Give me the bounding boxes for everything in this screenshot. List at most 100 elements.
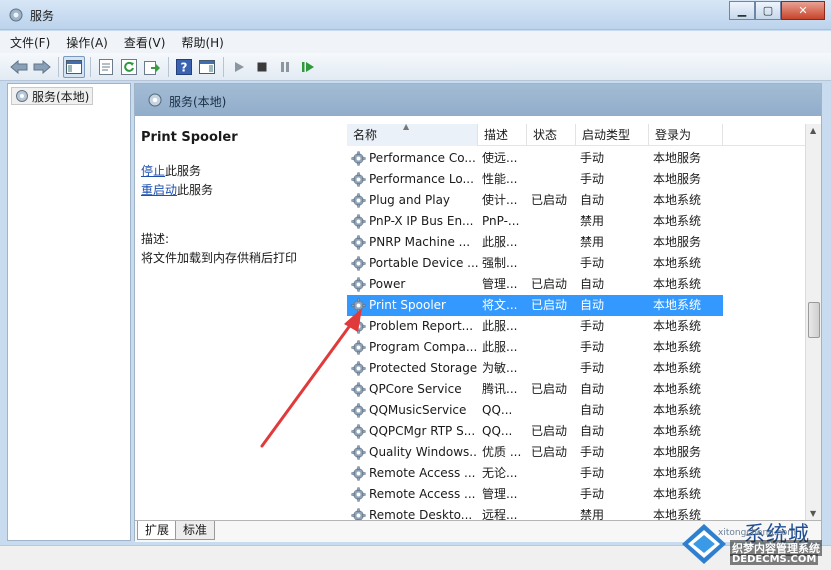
properties-button[interactable] — [95, 56, 117, 78]
close-button[interactable]: ✕ — [781, 1, 825, 20]
table-row[interactable]: Print Spooler 将文... 已启动 自动 本地系统 — [347, 295, 807, 316]
title-bar: 服务 ▁ ▢ ✕ — [0, 0, 831, 30]
table-row[interactable]: Remote Access ... 无论... 手动 本地系统 — [347, 463, 807, 484]
table-row[interactable]: Plug and Play 使计... 已启动 自动 本地系统 — [347, 190, 807, 211]
table-row[interactable]: QQMusicService QQ... 自动 本地系统 — [347, 400, 807, 421]
service-name-cell: Performance Co... — [347, 148, 478, 169]
service-startup-type-cell: 手动 — [576, 316, 649, 337]
service-log-on-as: 本地系统 — [653, 256, 702, 270]
column-header-log-on-as[interactable]: 登录为 — [649, 124, 723, 146]
table-row[interactable]: Protected Storage 为敏... 手动 本地系统 — [347, 358, 807, 379]
service-description: 管理... — [482, 277, 518, 291]
service-startup-type: 自动 — [580, 424, 605, 438]
table-row[interactable]: Performance Co... 使远... 手动 本地服务 — [347, 148, 807, 169]
service-name: Protected Storage — [369, 361, 478, 375]
menu-view[interactable]: 查看(V) — [124, 34, 166, 51]
restart-service-link[interactable]: 重启动 — [141, 183, 177, 197]
menu-help[interactable]: 帮助(H) — [181, 34, 223, 51]
service-name: QQMusicService — [369, 403, 467, 417]
column-header-description[interactable]: 描述 — [478, 124, 527, 146]
service-status-cell — [527, 211, 576, 232]
service-status-cell — [527, 400, 576, 421]
service-description-cell: 此服... — [478, 337, 527, 358]
show-hide-tree-button[interactable] — [63, 55, 85, 78]
service-log-on-as: 本地系统 — [653, 319, 702, 333]
table-row[interactable]: PnP-X IP Bus En... PnP-... 禁用 本地系统 — [347, 211, 807, 232]
services-app-icon — [9, 8, 23, 22]
service-log-on-as-cell: 本地服务 — [649, 148, 723, 169]
service-description-cell: 将文... — [478, 295, 527, 316]
table-row[interactable]: Program Compa... 此服... 手动 本地系统 — [347, 337, 807, 358]
service-description-cell: 为敏... — [478, 358, 527, 379]
service-startup-type-cell: 手动 — [576, 358, 649, 379]
service-log-on-as: 本地系统 — [653, 466, 702, 480]
table-row[interactable]: Performance Lo... 性能... 手动 本地服务 — [347, 169, 807, 190]
service-gear-icon — [351, 508, 366, 520]
forward-button[interactable] — [31, 56, 53, 78]
table-row[interactable]: Remote Access ... 管理... 手动 本地系统 — [347, 484, 807, 505]
tree-item-services-local[interactable]: 服务(本地) — [11, 87, 94, 105]
service-status-cell — [527, 358, 576, 379]
svg-text:?: ? — [181, 60, 188, 74]
scroll-down-icon[interactable]: ▼ — [810, 509, 816, 518]
scroll-thumb[interactable] — [808, 302, 820, 338]
service-description-cell: 使计... — [478, 190, 527, 211]
service-startup-type: 自动 — [580, 277, 605, 291]
menu-action[interactable]: 操作(A) — [66, 34, 108, 51]
vertical-scrollbar[interactable]: ▲ ▼ — [805, 124, 821, 520]
service-status-cell — [527, 505, 576, 520]
watermark: 系统城 织梦内容管理系统 DEDECMS.COM — [676, 518, 831, 570]
service-startup-type-cell: 手动 — [576, 337, 649, 358]
service-startup-type-cell: 自动 — [576, 400, 649, 421]
column-header-name[interactable]: ▲ 名称 — [347, 124, 478, 146]
pause-service-button[interactable] — [274, 56, 296, 78]
toolbar-separator — [223, 56, 224, 77]
table-row[interactable]: Portable Device ... 强制... 手动 本地系统 — [347, 253, 807, 274]
service-name: QQPCMgr RTP S... — [369, 424, 476, 438]
service-gear-icon — [351, 466, 366, 481]
tab-standard[interactable]: 标准 — [175, 521, 216, 540]
stop-service-button[interactable] — [251, 56, 273, 78]
table-row[interactable]: Quality Windows... 优质 ... 已启动 手动 本地服务 — [347, 442, 807, 463]
restart-service-suffix: 此服务 — [177, 183, 214, 197]
service-status-cell — [527, 148, 576, 169]
menu-file[interactable]: 文件(F) — [10, 34, 50, 51]
service-status: 已启动 — [531, 298, 568, 312]
minimize-button[interactable]: ▁ — [729, 1, 755, 20]
export-list-button[interactable] — [141, 56, 163, 78]
service-description: 为敏... — [482, 361, 518, 375]
show-action-pane-button[interactable] — [196, 56, 218, 78]
maximize-button[interactable]: ▢ — [755, 1, 781, 20]
column-header-startup-type[interactable]: 启动类型 — [576, 124, 649, 146]
service-log-on-as: 本地系统 — [653, 340, 702, 354]
service-name-cell: Performance Lo... — [347, 169, 478, 190]
service-description: 此服... — [482, 319, 518, 333]
table-row[interactable]: PNRP Machine ... 此服... 禁用 本地服务 — [347, 232, 807, 253]
tab-extended[interactable]: 扩展 — [137, 521, 178, 540]
service-status-cell — [527, 169, 576, 190]
help-button[interactable]: ? — [173, 56, 195, 78]
watermark-site: xitongcheng.com — [718, 528, 796, 538]
service-gear-icon — [351, 235, 366, 250]
column-header-status[interactable]: 状态 — [527, 124, 576, 146]
table-row[interactable]: QPCore Service 腾讯... 已启动 自动 本地系统 — [347, 379, 807, 400]
table-row[interactable]: Power 管理... 已启动 自动 本地系统 — [347, 274, 807, 295]
service-description-cell: 管理... — [478, 274, 527, 295]
service-startup-type: 手动 — [580, 151, 605, 165]
stop-service-link[interactable]: 停止 — [141, 164, 165, 178]
service-status: 已启动 — [531, 382, 568, 396]
scroll-up-icon[interactable]: ▲ — [810, 126, 816, 135]
service-status: 已启动 — [531, 445, 568, 459]
back-button[interactable] — [8, 56, 30, 78]
table-row[interactable]: QQPCMgr RTP S... QQ... 已启动 自动 本地系统 — [347, 421, 807, 442]
start-service-button[interactable] — [228, 56, 250, 78]
forward-arrow-icon — [33, 59, 51, 74]
service-startup-type: 自动 — [580, 193, 605, 207]
restart-service-button[interactable] — [297, 56, 319, 78]
service-log-on-as-cell: 本地系统 — [649, 337, 723, 358]
table-row[interactable]: Problem Report... 此服... 手动 本地系统 — [347, 316, 807, 337]
service-startup-type-cell: 禁用 — [576, 505, 649, 520]
service-name: PNRP Machine ... — [369, 235, 471, 249]
refresh-button[interactable] — [118, 56, 140, 78]
console-tree: 服务(本地) — [7, 83, 131, 541]
